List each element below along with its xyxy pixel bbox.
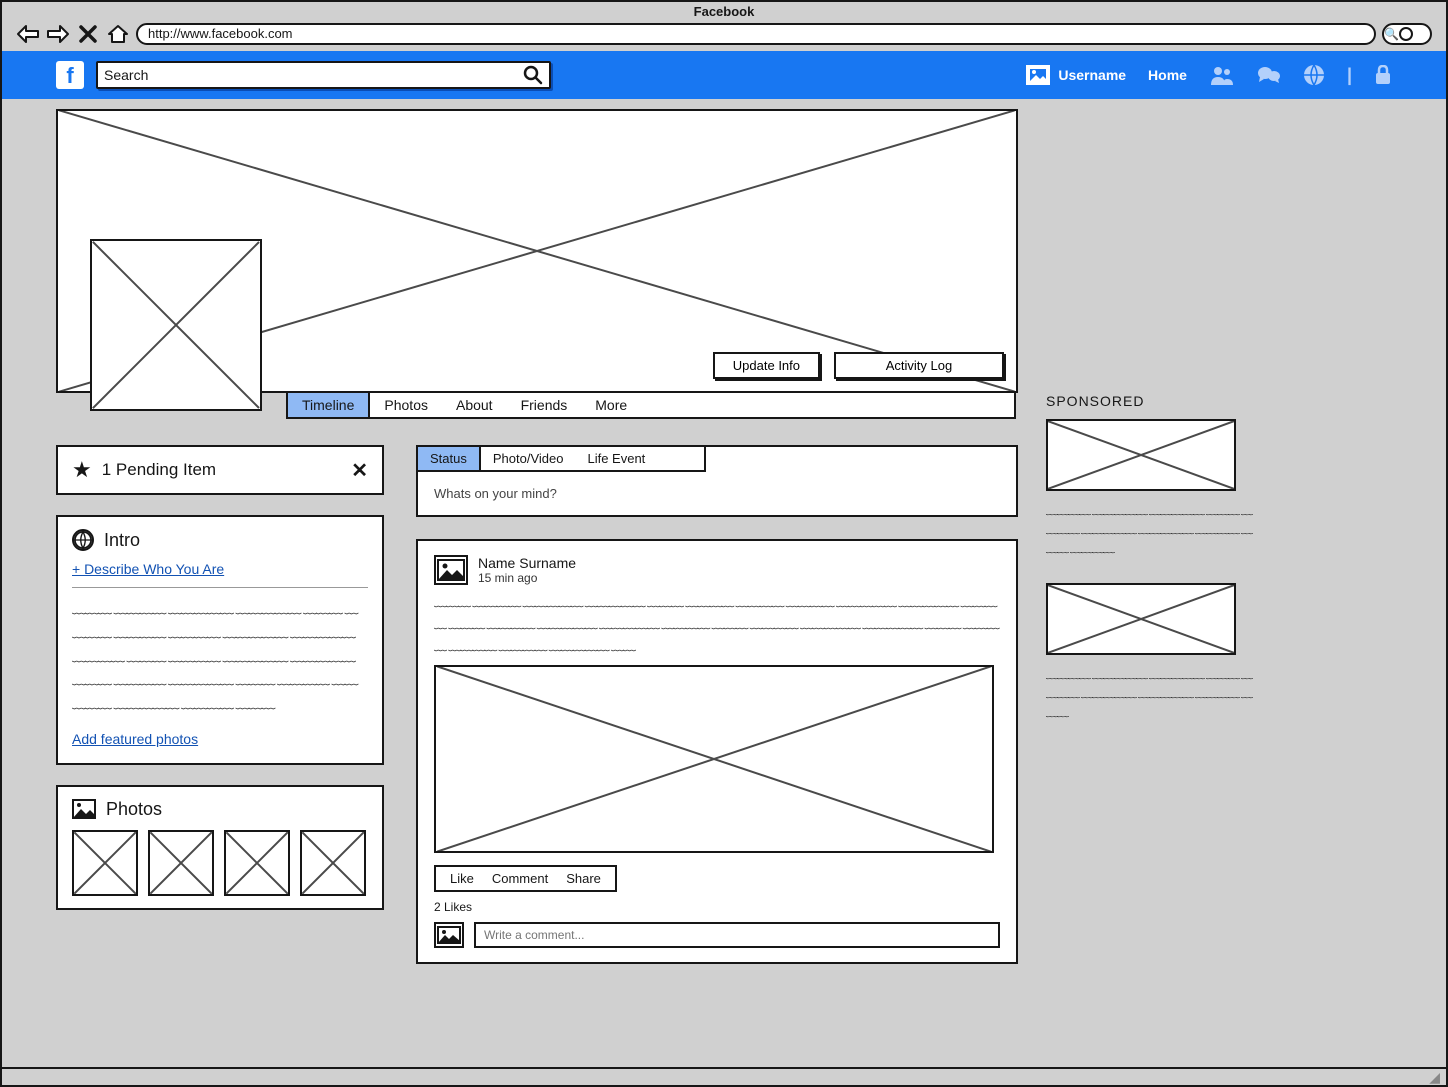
stop-icon[interactable] — [76, 23, 100, 45]
search-input[interactable]: Search — [96, 61, 551, 89]
browser-toolbar: http://www.facebook.com 🔍 — [2, 19, 1446, 51]
update-info-button[interactable]: Update Info — [713, 352, 820, 379]
globe-icon — [72, 529, 94, 551]
photos-panel: Photos — [56, 785, 384, 910]
user-avatar-icon — [1026, 65, 1050, 85]
post: Name Surname 15 min ago ﹏﹏﹏ ﹏﹏﹏﹏ ﹏﹏﹏﹏﹏ ﹏… — [416, 539, 1018, 964]
intro-placeholder-text: ﹏﹏﹏ ﹏﹏﹏﹏ ﹏﹏﹏﹏﹏ ﹏﹏﹏﹏﹏ ﹏﹏﹏ ﹏﹏﹏﹏ ﹏﹏﹏﹏ ﹏﹏﹏﹏ … — [72, 598, 368, 717]
sponsored-text: ﹏﹏﹏﹏ ﹏﹏﹏﹏﹏ ﹏﹏﹏﹏﹏ ﹏﹏﹏ ﹏﹏﹏﹏ ﹏﹏﹏﹏﹏ ﹏﹏﹏﹏﹏ ﹏﹏… — [1046, 501, 1256, 559]
share-button[interactable]: Share — [566, 871, 601, 886]
post-time: 15 min ago — [478, 571, 576, 585]
sponsored-title: SPONSORED — [1046, 393, 1256, 409]
home-link[interactable]: Home — [1148, 67, 1187, 83]
activity-log-button[interactable]: Activity Log — [834, 352, 1004, 379]
post-body-text: ﹏﹏﹏ ﹏﹏﹏﹏ ﹏﹏﹏﹏﹏ ﹏﹏﹏﹏﹏ ﹏﹏﹏ ﹏﹏﹏﹏ ﹏﹏﹏﹏ ﹏﹏﹏﹏ … — [434, 591, 1000, 657]
forward-icon[interactable] — [46, 23, 70, 45]
notifications-globe-icon[interactable] — [1303, 64, 1325, 86]
picture-icon — [72, 799, 96, 819]
post-author[interactable]: Name Surname — [478, 555, 576, 571]
browser-window: Facebook http://www.facebook.com 🔍 f Sea… — [0, 0, 1448, 1087]
search-icon[interactable] — [523, 65, 543, 85]
url-bar[interactable]: http://www.facebook.com — [136, 23, 1376, 45]
comment-avatar-icon — [434, 922, 464, 948]
sponsored-image[interactable] — [1046, 583, 1236, 655]
star-icon: ★ — [72, 457, 92, 483]
intro-title: Intro — [104, 530, 140, 551]
tab-timeline[interactable]: Timeline — [288, 393, 370, 417]
comment-row — [434, 922, 1000, 948]
privacy-lock-icon[interactable] — [1374, 65, 1392, 85]
tab-about[interactable]: About — [442, 393, 507, 417]
browser-title: Facebook — [2, 2, 1446, 19]
composer: Status Photo/Video Life Event Whats on y… — [416, 445, 1018, 517]
close-icon[interactable]: ✕ — [351, 458, 368, 483]
describe-link[interactable]: + Describe Who You Are — [72, 561, 224, 577]
photo-thumb[interactable] — [72, 830, 138, 896]
like-button[interactable]: Like — [450, 871, 474, 886]
header-divider: | — [1347, 65, 1352, 86]
back-icon[interactable] — [16, 23, 40, 45]
header-username: Username — [1058, 67, 1126, 83]
intro-divider — [72, 587, 368, 588]
header-user-link[interactable]: Username — [1026, 65, 1126, 85]
fb-header: f Search Username Home | — [2, 51, 1446, 99]
composer-tab-lifeevent[interactable]: Life Event — [575, 447, 657, 470]
tab-more[interactable]: More — [581, 393, 641, 417]
messages-icon[interactable] — [1257, 65, 1281, 85]
pending-label: 1 Pending Item — [102, 460, 216, 480]
comment-button[interactable]: Comment — [492, 871, 548, 886]
search-toggle[interactable]: 🔍 — [1382, 23, 1432, 45]
photo-thumb[interactable] — [148, 830, 214, 896]
cover-block: Update Info Activity Log Timeline Photos… — [56, 109, 1018, 393]
composer-input[interactable]: Whats on your mind? — [418, 472, 1016, 515]
toggle-knob — [1399, 27, 1413, 41]
header-right: Username Home | — [1026, 64, 1392, 86]
post-image[interactable] — [434, 665, 994, 853]
photo-thumb[interactable] — [300, 830, 366, 896]
middle-column: Status Photo/Video Life Event Whats on y… — [416, 445, 1018, 964]
left-column: ★ 1 Pending Item ✕ Intro + Describe Who … — [56, 445, 384, 964]
profile-picture[interactable] — [90, 239, 262, 411]
right-column: SPONSORED ﹏﹏﹏﹏ ﹏﹏﹏﹏﹏ ﹏﹏﹏﹏﹏ ﹏﹏﹏ ﹏﹏﹏﹏ ﹏﹏﹏﹏… — [1046, 109, 1256, 1086]
sponsored-text: ﹏﹏﹏﹏ ﹏﹏﹏﹏﹏ ﹏﹏﹏﹏﹏ ﹏﹏﹏ ﹏﹏﹏﹏ ﹏﹏﹏﹏﹏ ﹏﹏﹏﹏﹏ ﹏﹏… — [1046, 665, 1256, 723]
resize-grip-icon[interactable]: ◢ — [1429, 1069, 1440, 1085]
url-text: http://www.facebook.com — [148, 25, 293, 43]
likes-count[interactable]: 2 Likes — [434, 900, 1000, 914]
fb-logo-icon[interactable]: f — [56, 61, 84, 89]
photo-thumb[interactable] — [224, 830, 290, 896]
home-icon[interactable] — [106, 23, 130, 45]
sponsored-image[interactable] — [1046, 419, 1236, 491]
intro-panel: Intro + Describe Who You Are ﹏﹏﹏ ﹏﹏﹏﹏ ﹏﹏… — [56, 515, 384, 765]
comment-input[interactable] — [474, 922, 1000, 948]
composer-tabs: Status Photo/Video Life Event — [416, 445, 706, 472]
photos-title: Photos — [106, 799, 162, 820]
add-featured-photos-link[interactable]: Add featured photos — [72, 731, 198, 747]
content-area: Update Info Activity Log Timeline Photos… — [2, 99, 1446, 1086]
profile-tabs: Timeline Photos About Friends More — [286, 391, 1016, 419]
composer-tab-photovideo[interactable]: Photo/Video — [481, 447, 576, 470]
pending-panel[interactable]: ★ 1 Pending Item ✕ — [56, 445, 384, 495]
tab-photos[interactable]: Photos — [370, 393, 442, 417]
post-actions: Like Comment Share — [434, 865, 617, 892]
post-avatar-icon[interactable] — [434, 555, 468, 585]
magnifier-icon: 🔍 — [1384, 27, 1399, 41]
photos-grid — [72, 830, 368, 896]
composer-tab-status[interactable]: Status — [418, 447, 481, 470]
tab-friends[interactable]: Friends — [507, 393, 582, 417]
search-placeholder: Search — [104, 67, 148, 83]
friends-icon[interactable] — [1209, 65, 1235, 85]
status-bar: ◢ — [2, 1067, 1446, 1085]
